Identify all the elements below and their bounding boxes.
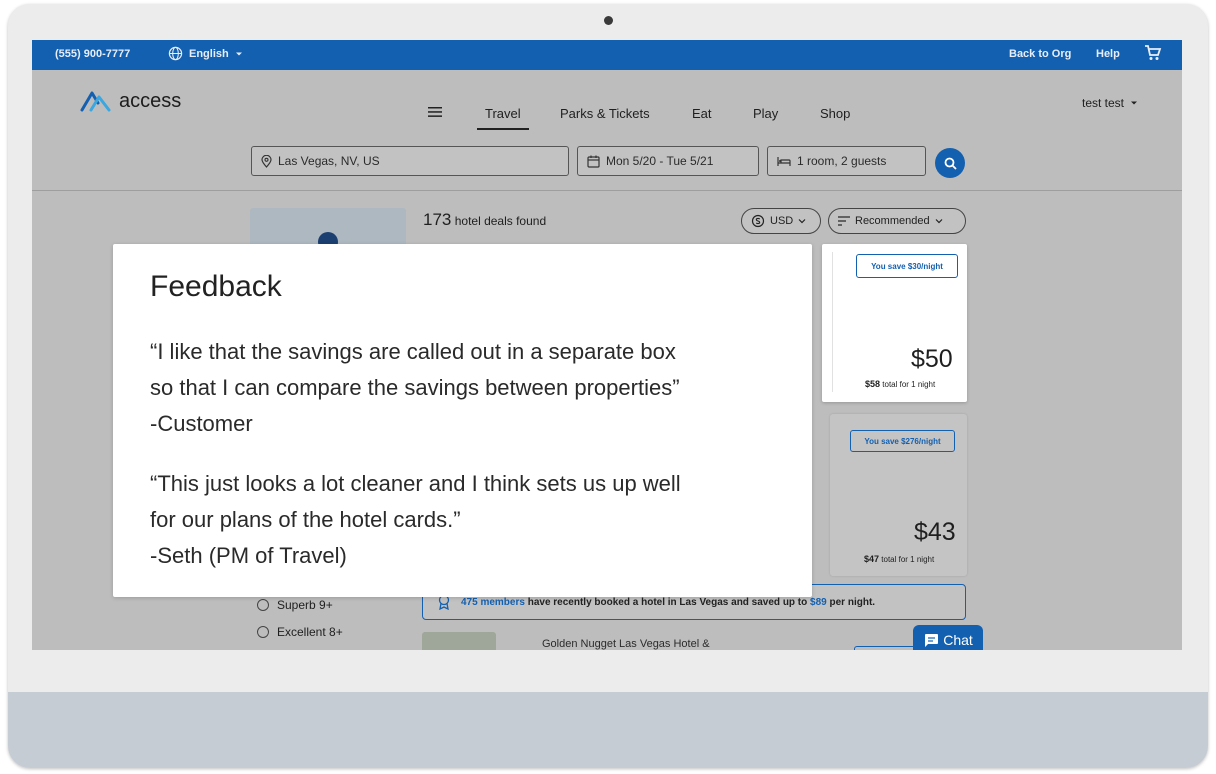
feedback-panel: Feedback “I like that the savings are ca… [113,244,812,597]
quote-line: for our plans of the hotel cards.” [150,507,461,532]
header-divider [32,190,1182,191]
search-button[interactable] [935,148,965,178]
guests-field[interactable]: 1 room, 2 guests [767,146,926,176]
quote-line: so that I can compare the savings betwee… [150,375,680,400]
currency-label: USD [770,215,794,227]
rating-label: Excellent 8+ [277,625,343,639]
chevron-down-icon [798,219,806,224]
chat-bubble-icon [925,633,939,647]
nav-shop[interactable]: Shop [820,106,850,121]
logo-text: access [119,89,182,112]
savings-badge: You save $276/night [850,430,955,452]
quote-attribution: -Customer [150,411,253,436]
chevron-down-icon [235,52,242,55]
search-icon [944,157,957,170]
quote-attribution: -Seth (PM of Travel) [150,543,347,568]
price-card-2[interactable]: You save $276/night $43 $47 total for 1 … [830,414,967,576]
feedback-quote-pm: “This just looks a lot cleaner and I thi… [150,466,790,574]
user-name: test test [1082,96,1125,110]
sort-icon [838,216,850,226]
total-price-label: total for 1 night [882,380,936,389]
bed-icon [777,156,791,166]
date-value: Mon 5/20 - Tue 5/21 [606,154,714,168]
radio-button[interactable] [257,626,269,638]
nav-parks-tickets[interactable]: Parks & Tickets [560,106,650,121]
language-label: English [189,47,229,60]
date-field[interactable]: Mon 5/20 - Tue 5/21 [577,146,759,176]
chat-label: Chat [943,632,973,648]
members-amount: $89 [810,596,827,608]
members-count: 475 members [461,596,525,608]
location-field[interactable]: Las Vegas, NV, US [251,146,569,176]
access-logo[interactable]: access [79,88,181,114]
globe-icon [168,46,183,61]
active-tab-indicator [477,128,529,130]
chat-button[interactable]: Chat [913,625,983,650]
feedback-quote-customer: “I like that the savings are called out … [150,334,790,442]
chevron-down-icon [935,219,943,224]
calendar-icon [587,155,600,168]
map-preview[interactable] [250,208,406,248]
total-price: $58 total for 1 night [865,379,935,389]
quote-line: “I like that the savings are called out … [150,339,676,364]
phone-number[interactable]: (555) 900-7777 [55,48,130,60]
back-to-org-link[interactable]: Back to Org [1009,48,1071,60]
price-card-1[interactable]: You save $30/night $50 $58 total for 1 n… [822,244,967,402]
menu-icon[interactable] [428,106,442,121]
nav-play[interactable]: Play [753,106,778,121]
logo-mark-icon [80,91,111,112]
nightly-price: $50 [911,345,953,373]
sort-label: Recommended [855,215,930,227]
nav-eat[interactable]: Eat [692,106,712,121]
help-link[interactable]: Help [1096,48,1120,60]
total-price-label: total for 1 night [881,555,935,564]
members-text: have recently booked a hotel in Las Vega… [527,596,808,608]
laptop-chin [8,692,1208,768]
results-count-label: hotel deals found [454,214,547,228]
total-price-amount: $58 [865,379,881,389]
utility-bar: (555) 900-7777 English Back to Org Help [32,40,1182,70]
nightly-price: $43 [914,518,956,546]
members-suffix: per night. [829,596,876,608]
chevron-down-icon [1131,101,1138,105]
rating-filter-superb[interactable]: Superb 9+ [257,598,333,612]
rating-filter-excellent[interactable]: Excellent 8+ [257,625,343,639]
total-price: $47 total for 1 night [864,554,934,564]
language-selector[interactable]: English [168,46,243,61]
nav-travel[interactable]: Travel [485,106,521,121]
total-price-amount: $47 [864,554,880,564]
card-separator [832,252,833,392]
savings-badge: You save $30/night [856,254,958,278]
location-value: Las Vegas, NV, US [278,154,380,168]
guests-value: 1 room, 2 guests [797,154,887,168]
hotel-title[interactable]: Golden Nugget Las Vegas Hotel & [542,638,710,650]
hotel-thumbnail[interactable] [422,632,496,650]
user-menu[interactable]: test test [1082,96,1138,110]
radio-button[interactable] [257,599,269,611]
results-count-number: 173 [423,210,452,229]
feedback-title: Feedback [150,270,282,303]
location-pin-icon [261,154,272,168]
results-count: 173 hotel deals found [423,210,546,230]
cart-icon[interactable] [1144,44,1162,65]
rating-label: Superb 9+ [277,598,333,612]
quote-line: “This just looks a lot cleaner and I thi… [150,471,681,496]
currency-selector[interactable]: USD [741,208,821,234]
currency-icon [751,214,765,228]
sort-selector[interactable]: Recommended [828,208,966,234]
camera-dot [604,16,613,25]
